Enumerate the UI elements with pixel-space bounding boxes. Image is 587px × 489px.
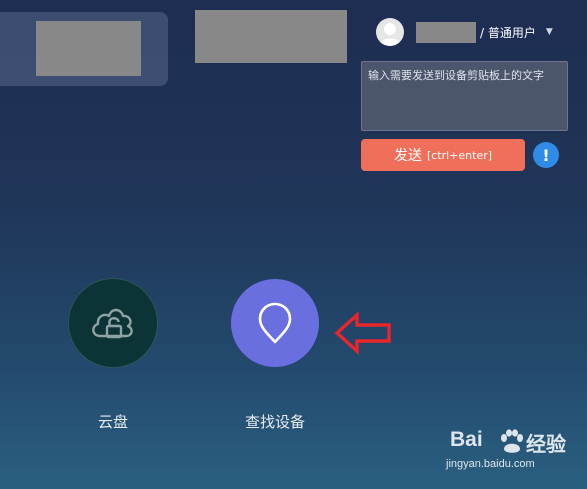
cloud-drive-app[interactable] [68, 278, 158, 368]
info-icon-glyph: ! [542, 145, 550, 165]
watermark-url: jingyan.baidu.com [446, 458, 535, 470]
find-device-label: 查找设备 [244, 413, 305, 431]
user-menu[interactable]: / 普通用户 ▼ [376, 18, 553, 46]
chevron-down-icon[interactable]: ▼ [546, 27, 553, 37]
info-icon[interactable]: ! [533, 142, 559, 168]
red-arrow-left-icon [334, 311, 391, 355]
clipboard-input[interactable] [361, 61, 568, 131]
user-silhouette-icon [379, 23, 401, 46]
find-device-app[interactable] [231, 279, 319, 367]
watermark-brand: Bai [450, 428, 483, 451]
location-pin-icon [258, 302, 292, 344]
redacted-device-info [195, 10, 347, 63]
avatar[interactable] [376, 18, 404, 46]
redacted-image [36, 21, 141, 76]
paw-icon [501, 429, 523, 453]
send-button-label: 发送 [393, 148, 422, 164]
cloud-lock-icon [92, 308, 133, 339]
cloud-drive-label: 云盘 [97, 413, 128, 431]
device-card-left[interactable] [0, 12, 168, 86]
send-shortcut-hint: [ctrl+enter] [426, 148, 493, 162]
baidu-jingyan-watermark: Bai 经验 jingyan.baidu.com [440, 428, 580, 478]
user-role: / 普通用户 [480, 25, 536, 40]
send-button[interactable]: 发送 [ctrl+enter] [361, 139, 525, 171]
watermark-brand-cn: 经验 [526, 432, 566, 456]
redacted-username [416, 21, 476, 43]
